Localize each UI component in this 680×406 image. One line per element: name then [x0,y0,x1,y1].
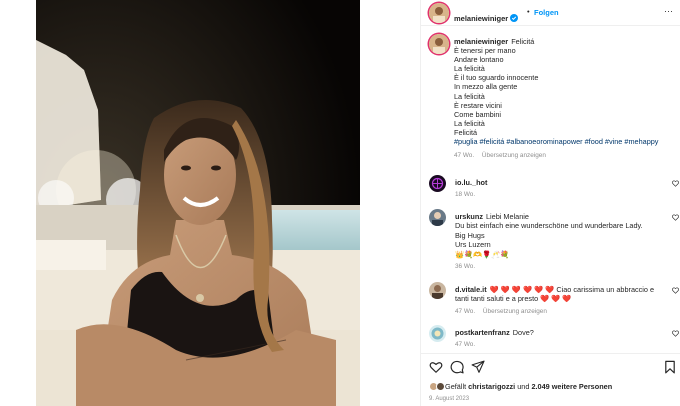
caption-author-username[interactable]: melaniewiniger [454,37,508,46]
comment-emoji: 👑💐🫶🌹🥂💐 [455,249,510,259]
caption-line: Come bambini [454,109,502,119]
caption-hashtags[interactable]: #puglia #felicitá #albanoeorominapower #… [454,137,674,146]
caption-line: È il tuo sguardo innocente [454,73,539,83]
comment-icon[interactable] [450,360,464,374]
comment-like-heart-icon[interactable] [672,287,679,294]
comment-like-heart-icon[interactable] [672,330,679,337]
translate-link[interactable]: Übersetzung anzeigen [482,152,546,159]
comment-meta: 18 Wo. [455,190,665,199]
commenter-username[interactable]: d.vitale.it [455,285,487,294]
comment-body: postkartenfranz Dove? 47 Wo. [455,328,665,350]
post-side-panel: melaniewiniger • Folgen ··· melaniewinig… [421,0,680,406]
post-date: 9. August 2023 [429,396,470,402]
comment-body: d.vitale.it ❤️ ❤️ ❤️ ❤️ ❤️ ❤️ Ciao cariss… [455,285,665,316]
comment-body: io.lu._hot 18 Wo. [455,178,665,200]
commenter-avatar[interactable] [429,325,446,342]
translate-link[interactable]: Übersetzung anzeigen [483,308,547,315]
caption-line: In mezzo alla gente [454,82,518,92]
comment-like-heart-icon[interactable] [672,180,679,187]
commenter-avatar[interactable] [429,209,446,226]
caption-line: La felicità [454,91,485,101]
comment-meta: 47 Wo. [455,340,665,349]
verified-badge-icon [510,14,519,22]
save-bookmark-icon[interactable] [663,360,677,374]
caption-line: È tenersi per mano [454,46,516,56]
caption-line: Felicitá [511,37,535,46]
post-actions: Gefällt christarigozzi und 2.049 weitere… [421,353,680,406]
comment-text-line: Du bist einfach eine wunderschöne und wu… [455,221,643,231]
author-avatar[interactable] [429,3,449,23]
comment-age: 36 Wo. [455,263,476,271]
caption-line: La felicità [454,64,485,74]
follow-button[interactable]: Folgen [534,8,559,17]
author-username[interactable]: melaniewiniger [454,8,519,26]
likes-count[interactable]: 2.049 weitere Personen [531,382,612,391]
comment-text-line: Big Hugs [455,230,485,240]
share-icon[interactable] [471,360,485,374]
author-username-text[interactable]: melaniewiniger [454,14,508,23]
comment-body: urskunz Liebi Melanie Du bist einfach ein… [455,212,665,271]
likes-summary[interactable]: Gefällt christarigozzi und 2.049 weitere… [429,382,612,391]
comment-text-line: Liebi Melanie [485,212,529,221]
post-image [36,0,360,406]
caption-line: Andare lontano [454,55,504,65]
commenter-username[interactable]: postkartenfranz [455,328,510,337]
more-options-icon[interactable]: ··· [664,6,673,16]
comment-hearts: ❤️ ❤️ ❤️ [540,294,572,304]
likes-prefix: Gefällt [445,382,467,391]
like-heart-icon[interactable] [429,360,443,374]
comment-meta: 36 Wo. [455,262,665,271]
comment-like-heart-icon[interactable] [672,214,679,221]
comment-meta: 47 Wo. Übersetzung anzeigen [455,307,665,316]
likes-mid: und [517,382,530,391]
caption-line: È restare vicini [454,100,502,110]
comments-feed[interactable]: melaniewiniger Felicitá È tenersi per man… [421,27,680,353]
commenter-username[interactable]: urskunz [455,212,483,221]
comment-age: 47 Wo. [455,341,476,349]
caption-meta: 47 Wo. Übersetzung anzeigen [454,151,674,160]
commenter-avatar[interactable] [429,282,446,299]
caption-line: Felicitá [454,127,478,137]
commenter-username[interactable]: io.lu._hot [455,178,487,187]
caption-author-avatar[interactable] [429,34,449,54]
liker-avatar [436,382,445,391]
liked-by-user[interactable]: christarigozzi [468,382,515,391]
caption-line: La felicità [454,118,485,128]
comment-age: 47 Wo. [455,307,476,315]
comment-age: 18 Wo. [455,191,476,199]
comment-text: Dove? [512,328,534,337]
separator-dot: • [527,7,530,16]
caption-text: melaniewiniger Felicitá È tenersi per man… [454,37,674,160]
comment-hearts: ❤️ ❤️ ❤️ ❤️ ❤️ ❤️ [489,285,555,294]
caption-age: 47 Wo. [454,152,475,160]
post-header: melaniewiniger • Folgen ··· [421,0,680,26]
comment-text-line: Urs Luzern [455,240,491,250]
commenter-avatar[interactable] [429,175,446,192]
post-photo[interactable] [36,0,360,406]
